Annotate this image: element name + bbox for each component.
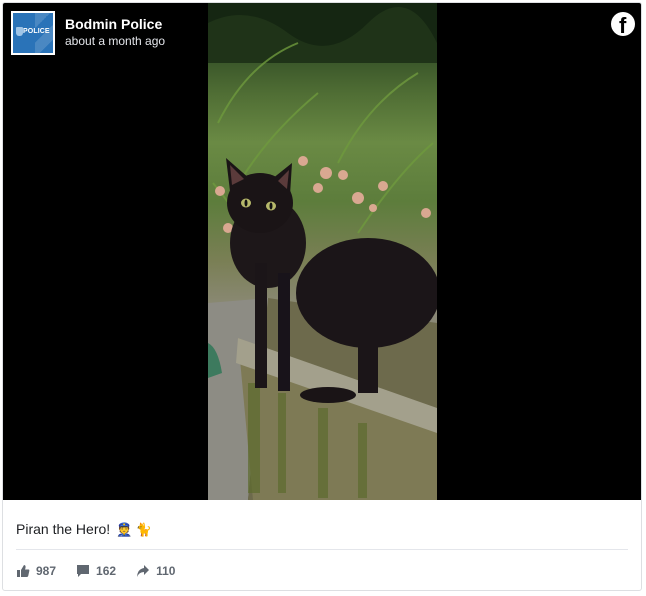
share-count[interactable]: 110 bbox=[136, 564, 175, 578]
divider bbox=[16, 549, 628, 550]
avatar-logo-text: POLICE bbox=[23, 28, 50, 35]
page-name-link[interactable]: Bodmin Police bbox=[65, 16, 162, 32]
share-count-value: 110 bbox=[156, 564, 176, 578]
post-timestamp[interactable]: about a month ago bbox=[65, 34, 165, 48]
page-avatar[interactable]: POLICE bbox=[11, 11, 55, 55]
facebook-post-embed: POLICE Bodmin Police about a month ago f… bbox=[2, 2, 642, 591]
thumbs-up-icon bbox=[17, 565, 30, 577]
post-media[interactable]: POLICE Bodmin Police about a month ago f bbox=[3, 3, 641, 500]
caption-emojis: 👮 🐈 bbox=[116, 522, 153, 537]
comment-icon bbox=[77, 565, 90, 577]
post-caption: Piran the Hero! 👮 🐈 bbox=[16, 520, 152, 539]
comment-count[interactable]: 162 bbox=[76, 564, 116, 578]
facebook-icon[interactable]: f bbox=[611, 12, 635, 36]
cat-photo[interactable] bbox=[208, 3, 437, 500]
like-count[interactable]: 987 bbox=[16, 564, 56, 578]
like-count-value: 987 bbox=[36, 564, 57, 578]
comment-count-value: 162 bbox=[96, 564, 117, 578]
police-crest-icon bbox=[16, 27, 23, 36]
post-stats: 987 162 110 bbox=[16, 563, 195, 579]
caption-text: Piran the Hero! bbox=[16, 521, 111, 537]
cat-photo-illustration bbox=[208, 3, 437, 500]
share-arrow-icon bbox=[137, 565, 150, 577]
